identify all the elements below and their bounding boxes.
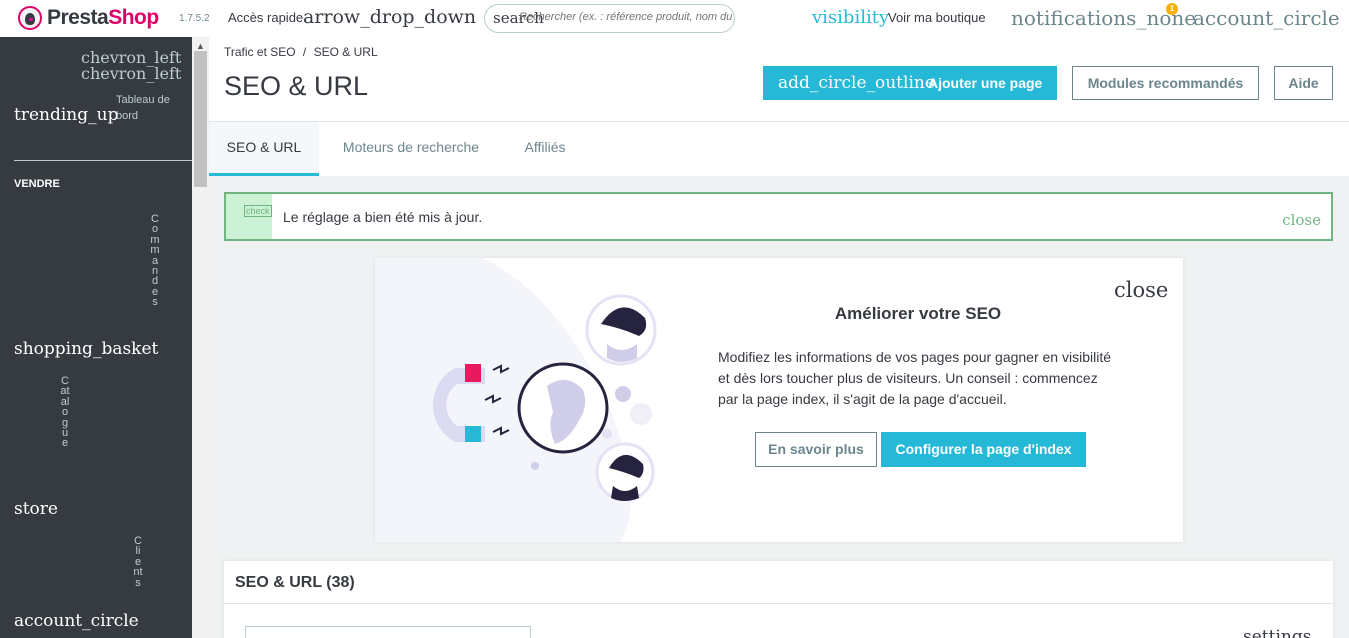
decor-dot [531,462,539,470]
learn-more-button[interactable]: En savoir plus [755,432,877,467]
tab-bar: SEO & URL Moteurs de recherche Affiliés [209,122,1349,176]
arrow-drop-down-icon[interactable]: arrow_drop_down [303,6,476,28]
list-title: SEO & URL (38) [235,574,355,591]
sidebar-section-sell: VENDRE [14,178,60,190]
account-circle-icon[interactable]: account_circle [14,611,139,631]
magnet-red-pole [465,364,481,382]
quick-access-link[interactable]: Accès rapide [228,10,303,25]
notifications-badge: 1 [1166,3,1178,15]
magnet-blue-pole [465,426,481,442]
seo-url-list-panel: SEO & URL (38) settings [224,561,1333,638]
add-page-button[interactable]: add_circle_outline Ajouter une page [763,66,1057,100]
page-toolbar: Trafic et SEO / SEO & URL SEO & URL add_… [209,37,1349,122]
shopping-basket-icon[interactable]: shopping_basket [14,339,158,359]
logo-text-shop: Shop [108,6,159,29]
sidebar-scrollbar[interactable]: ▲ [192,37,209,638]
tab-seo-url[interactable]: SEO & URL [209,122,319,176]
sidebar-divider [14,160,192,161]
breadcrumb-current[interactable]: SEO & URL [314,45,378,59]
add-page-label: Ajouter une page [928,75,1043,91]
help-button[interactable]: Aide [1274,66,1333,100]
tab-affiliates[interactable]: Affiliés [513,122,577,176]
add-circle-outline-icon: add_circle_outline [778,73,935,93]
collapse-menu-button[interactable]: chevron_left chevron_left [81,50,181,82]
settings-icon[interactable]: settings [1243,627,1311,638]
breadcrumb-parent[interactable]: Trafic et SEO [224,45,296,59]
seo-promo-card: close Améliorer votre SEO Modifiez les i… [375,258,1183,542]
decor-dot [602,429,612,439]
seo-card-title: Améliorer votre SEO [834,304,1002,323]
list-header: SEO & URL (38) [224,561,1333,604]
close-icon[interactable]: close [1114,278,1168,302]
logo-text-presta: Presta [47,6,109,29]
decor-dot [615,386,631,402]
account-icon[interactable]: account_circle [1193,6,1340,30]
view-shop-link[interactable]: Voir ma boutique [888,10,986,25]
alert-message: Le réglage a bien été mis à jour. [283,209,483,225]
seo-illustration [375,258,657,542]
check-icon: check [244,205,272,217]
scrollbar-thumb[interactable] [194,51,207,187]
tab-search-engines[interactable]: Moteurs de recherche [329,122,493,176]
version-label: 1.7.5.2 [179,13,210,24]
visibility-icon[interactable]: visibility [812,7,889,28]
configure-index-button[interactable]: Configurer la page d'index [881,432,1086,467]
prestashop-logo-icon[interactable] [18,6,42,30]
top-header: PrestaShop 1.7.5.2 Accès rapide arrow_dr… [0,0,1349,37]
sidebar-item-customers[interactable]: Clients [133,535,143,588]
sidebar-item-catalog[interactable]: Catalogue [60,376,70,449]
sidebar: chevron_left chevron_left trending_up Ta… [0,37,192,638]
sidebar-item-dashboard[interactable]: Tableau de bord [116,92,186,124]
recommended-modules-button[interactable]: Modules recommandés [1072,66,1259,100]
alert-icon-box: check [226,194,272,239]
success-alert: check Le réglage a bien été mis à jour. … [224,192,1333,241]
prestashop-logo[interactable]: PrestaShop [47,6,159,30]
trending-up-icon[interactable]: trending_up [14,105,118,125]
close-icon[interactable]: close [1282,211,1321,229]
breadcrumb-separator: / [302,45,307,59]
breadcrumb: Trafic et SEO / SEO & URL [224,45,378,59]
decor-dot [630,403,652,425]
page-title: SEO & URL [224,71,369,101]
seo-card-text: Modifiez les informations de vos pages p… [718,349,1111,407]
chevron-left-icon: chevron_left [81,64,182,83]
sidebar-item-orders[interactable]: Commandes [150,214,160,308]
store-icon[interactable]: store [14,499,58,519]
search-box: search [484,4,735,33]
bulk-actions-field[interactable] [245,626,531,638]
search-input[interactable] [519,11,734,23]
scroll-up-arrow-icon[interactable]: ▲ [196,41,205,51]
